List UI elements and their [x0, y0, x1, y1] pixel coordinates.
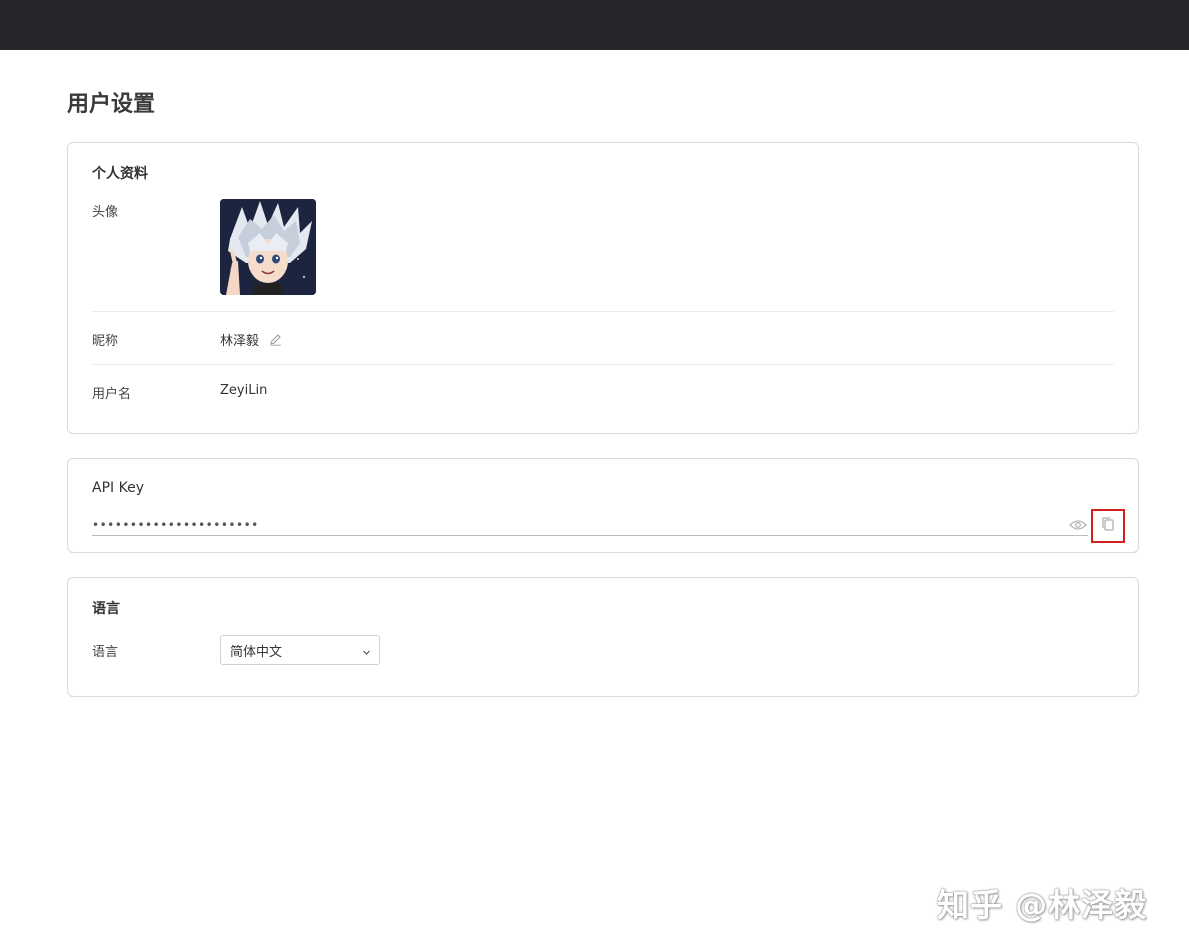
language-card: 语言 语言 简体中文 [67, 577, 1139, 697]
api-key-title: API Key [92, 480, 144, 496]
page-title: 用户设置 [67, 92, 156, 117]
chevron-down-icon [362, 646, 371, 655]
eye-icon[interactable] [1069, 517, 1087, 531]
watermark: 知乎 @林泽毅 [937, 886, 1148, 924]
profile-card-title: 个人资料 [92, 166, 148, 182]
divider [92, 311, 1114, 312]
nickname-label: 昵称 [92, 334, 119, 349]
username-label: 用户名 [92, 387, 132, 402]
avatar-label: 头像 [92, 205, 119, 220]
nickname-text: 林泽毅 [220, 334, 260, 349]
copy-icon [1101, 516, 1115, 536]
edit-pencil-icon[interactable] [269, 333, 282, 346]
profile-card: 个人资料 头像 昵称 林泽毅 用户名 ZeyiLin [67, 142, 1139, 434]
api-key-field[interactable]: •••••••••••••••••••••• [92, 514, 1088, 536]
avatar[interactable] [220, 199, 316, 295]
api-key-card: API Key •••••••••••••••••••••• [67, 458, 1139, 553]
username-value: ZeyiLin [220, 383, 268, 398]
language-label: 语言 [92, 645, 119, 660]
copy-api-key-button[interactable] [1091, 509, 1125, 543]
nickname-value: 林泽毅 [220, 330, 282, 349]
top-nav-bar [0, 0, 1189, 50]
divider [92, 364, 1114, 365]
language-card-title: 语言 [92, 601, 120, 617]
language-selected-value: 简体中文 [230, 644, 283, 660]
avatar-image [220, 199, 316, 295]
language-select[interactable]: 简体中文 [220, 635, 380, 665]
